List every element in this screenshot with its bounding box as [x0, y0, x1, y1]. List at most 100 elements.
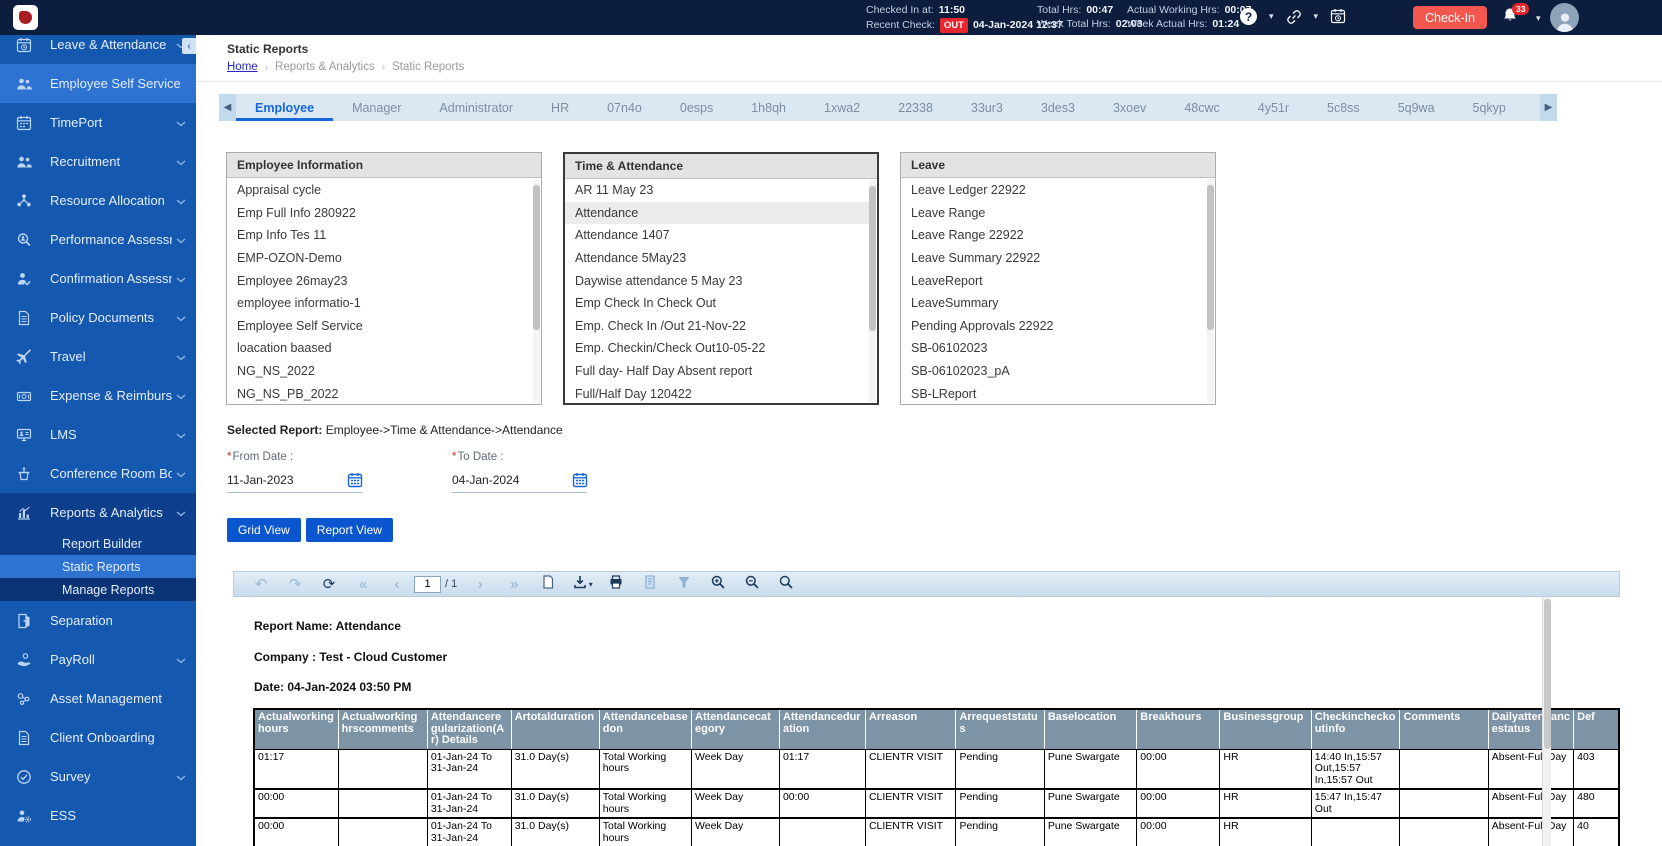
panel-scrollbar[interactable] — [533, 179, 540, 403]
sidebar-item-employee-self-service[interactable]: Employee Self Service — [0, 64, 196, 103]
sidebar-item-leave-attendance[interactable]: Leave & Attendance — [0, 35, 196, 64]
tab-administrator[interactable]: Administrator — [420, 94, 532, 121]
sidebar-collapse-button[interactable]: ‹ — [182, 38, 196, 54]
last-page-icon[interactable]: » — [497, 576, 531, 593]
redo-icon[interactable]: ↷ — [278, 575, 312, 593]
report-list-item-loacation-baased[interactable]: loacation baased — [227, 337, 533, 360]
sidebar-subitem-static-reports[interactable]: Static Reports — [0, 555, 196, 578]
breadcrumb-home-link[interactable]: Home — [227, 61, 258, 73]
scrollbar-thumb[interactable] — [869, 186, 876, 331]
search-icon[interactable] — [769, 574, 803, 594]
page-input[interactable] — [414, 576, 441, 593]
sidebar-item-travel[interactable]: Travel — [0, 337, 196, 376]
sidebar-item-client-onboarding[interactable]: Client Onboarding — [0, 718, 196, 757]
app-logo[interactable] — [13, 5, 38, 30]
help-icon[interactable]: ? — [1240, 8, 1257, 25]
new-document-icon[interactable] — [531, 574, 565, 594]
grid-view-button[interactable]: Grid View — [227, 518, 301, 542]
report-list-item-employee-26may23[interactable]: Employee 26may23 — [227, 269, 533, 292]
report-list-item-leave-range-22922[interactable]: Leave Range 22922 — [901, 224, 1207, 247]
print-icon[interactable] — [599, 574, 633, 594]
calendar-icon[interactable] — [1330, 8, 1347, 25]
breadcrumb-level2[interactable]: Reports & Analytics — [275, 61, 375, 73]
tab-07n4o[interactable]: 07n4o — [588, 94, 661, 121]
report-list-item-attendance-1407[interactable]: Attendance 1407 — [565, 224, 869, 247]
report-list-item-emp-info-tes-11[interactable]: Emp Info Tes 11 — [227, 224, 533, 247]
report-list-item-ng-ns-pb-2022[interactable]: NG_NS_PB_2022 — [227, 382, 533, 404]
sidebar-item-recruitment[interactable]: Recruitment — [0, 142, 196, 181]
link-icon[interactable] — [1286, 9, 1302, 25]
tab-4y51r[interactable]: 4y51r — [1239, 94, 1308, 121]
report-view-button[interactable]: Report View — [306, 518, 393, 542]
report-list-item-attendance-5may23[interactable]: Attendance 5May23 — [565, 247, 869, 270]
undo-icon[interactable]: ↶ — [244, 575, 278, 593]
from-date-field[interactable]: 11-Jan-2023 — [227, 473, 294, 487]
sidebar-item-resource-allocation[interactable]: Resource Allocation — [0, 181, 196, 220]
sidebar-item-confirmation-assessment[interactable]: Confirmation Assessment — [0, 259, 196, 298]
sidebar-item-performance-assessment[interactable]: Performance Assessment — [0, 220, 196, 259]
report-list-item-emp-checkin-check-out10-05-22[interactable]: Emp. Checkin/Check Out10-05-22 — [565, 337, 869, 360]
sidebar-item-conference-room-booking[interactable]: Conference Room Booking — [0, 454, 196, 493]
tab-5q9wa[interactable]: 5q9wa — [1379, 94, 1454, 121]
tabs-scroll-right-button[interactable]: ▶ — [1540, 94, 1557, 121]
sidebar-item-ess[interactable]: ESS — [0, 796, 196, 835]
report-list-item-pending-approvals-22922[interactable]: Pending Approvals 22922 — [901, 315, 1207, 338]
report-list-item-sb-lreport[interactable]: SB-LReport — [901, 382, 1207, 404]
report-list-item-sb-06102023-pa[interactable]: SB-06102023_pA — [901, 360, 1207, 383]
next-page-icon[interactable]: › — [463, 576, 497, 593]
report-list-item-appraisal-cycle[interactable]: Appraisal cycle — [227, 179, 533, 202]
tab-5x79z[interactable]: 5x79z — [1525, 94, 1540, 121]
from-date-calendar-icon[interactable] — [347, 472, 362, 487]
tab-3des3[interactable]: 3des3 — [1022, 94, 1094, 121]
scrollbar-thumb[interactable] — [533, 185, 540, 330]
report-list-item-emp-check-in-check-out[interactable]: Emp Check In Check Out — [565, 292, 869, 315]
notifications-bell[interactable]: 33 — [1502, 7, 1526, 29]
first-page-icon[interactable]: « — [346, 576, 380, 593]
report-list-item-employee-informatio-1[interactable]: employee informatio-1 — [227, 292, 533, 315]
report-list-item-daywise-attendance-5-may-23[interactable]: Daywise attendance 5 May 23 — [565, 269, 869, 292]
prev-page-icon[interactable]: ‹ — [380, 576, 414, 593]
chevron-down-icon[interactable]: ▾ — [1536, 13, 1541, 24]
panel-scrollbar[interactable] — [1207, 179, 1214, 403]
zoom-out-icon[interactable] — [735, 574, 769, 594]
sidebar-item-separation[interactable]: Separation — [0, 601, 196, 640]
tab-33ur3[interactable]: 33ur3 — [952, 94, 1022, 121]
sidebar-item-payroll[interactable]: PayRoll — [0, 640, 196, 679]
tab-5qkyp[interactable]: 5qkyp — [1454, 94, 1525, 121]
to-date-calendar-icon[interactable] — [572, 472, 587, 487]
report-list-item-leave-ledger-22922[interactable]: Leave Ledger 22922 — [901, 179, 1207, 202]
tab-0esps[interactable]: 0esps — [661, 94, 732, 121]
report-list-item-full-half-day-120422[interactable]: Full/Half Day 120422 — [565, 382, 869, 403]
tab-hr[interactable]: HR — [532, 94, 588, 121]
zoom-in-icon[interactable] — [701, 574, 735, 594]
report-list-item-ng-ns-2022[interactable]: NG_NS_2022 — [227, 360, 533, 383]
sidebar-item-survey[interactable]: Survey — [0, 757, 196, 796]
report-list-item-attendance[interactable]: Attendance — [565, 202, 869, 225]
sidebar-item-timeport[interactable]: TimePort — [0, 103, 196, 142]
sidebar-subitem-manage-reports[interactable]: Manage Reports — [0, 578, 196, 601]
scrollbar-thumb[interactable] — [1544, 599, 1551, 749]
report-list-item-emp-check-in-out-21-nov-22[interactable]: Emp. Check In /Out 21-Nov-22 — [565, 315, 869, 338]
report-list-item-leave-range[interactable]: Leave Range — [901, 202, 1207, 225]
report-list-item-leavereport[interactable]: LeaveReport — [901, 269, 1207, 292]
sidebar-item-reports-analytics[interactable]: Reports & Analytics — [0, 493, 196, 532]
report-list-item-leave-summary-22922[interactable]: Leave Summary 22922 — [901, 247, 1207, 270]
to-date-field[interactable]: 04-Jan-2024 — [452, 473, 519, 487]
chevron-down-icon[interactable]: ▾ — [1314, 11, 1319, 22]
tab-48cwc[interactable]: 48cwc — [1165, 94, 1238, 121]
tabs-scroll-left-button[interactable]: ◀ — [219, 94, 236, 121]
chevron-down-icon[interactable]: ▾ — [1269, 11, 1274, 22]
panel-scrollbar[interactable] — [869, 180, 876, 402]
tab-22338[interactable]: 22338 — [879, 94, 952, 121]
user-avatar[interactable] — [1550, 3, 1579, 32]
sidebar-item-expense-reimbursement[interactable]: Expense & Reimbursement — [0, 376, 196, 415]
export-document-icon[interactable] — [633, 574, 667, 594]
report-list-item-emp-full-info-280922[interactable]: Emp Full Info 280922 — [227, 202, 533, 225]
refresh-icon[interactable]: ⟳ — [312, 575, 346, 593]
tab-5c8ss[interactable]: 5c8ss — [1308, 94, 1379, 121]
sidebar-item-lms[interactable]: LMS — [0, 415, 196, 454]
report-list-item-sb-06102023[interactable]: SB-06102023 — [901, 337, 1207, 360]
download-icon[interactable]: ▾ — [565, 574, 599, 594]
filter-icon[interactable] — [667, 574, 701, 594]
report-list-item-employee-self-service[interactable]: Employee Self Service — [227, 315, 533, 338]
